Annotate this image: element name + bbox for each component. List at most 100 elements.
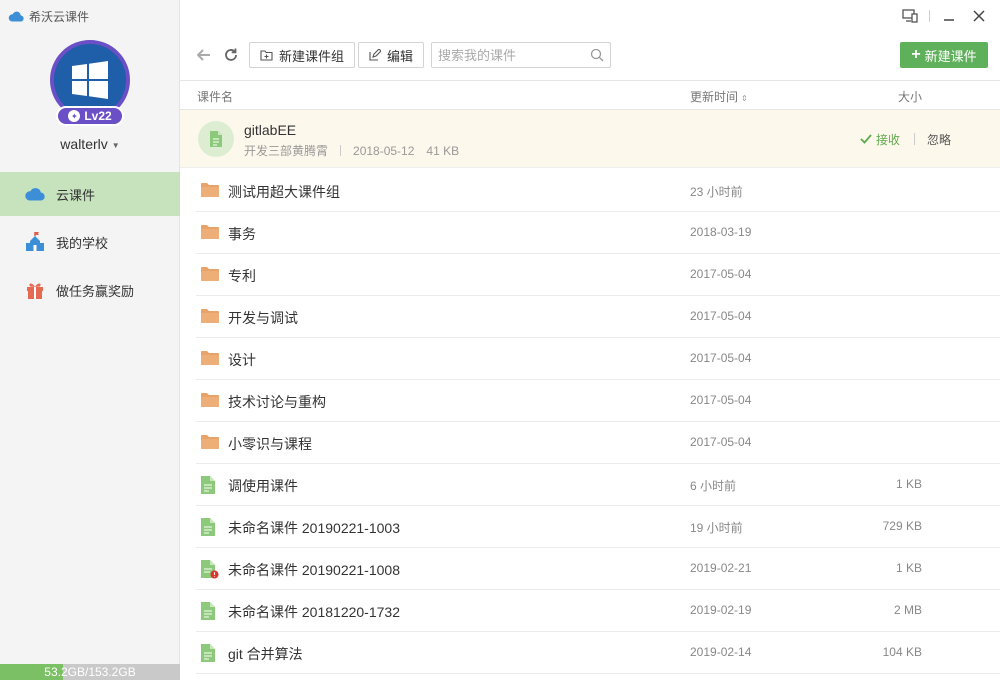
username-text: walterlv [60,136,108,152]
search-box [431,42,611,68]
school-icon [24,231,46,253]
search-input[interactable] [432,43,582,67]
folder-row[interactable]: 小零识与课程 2017-05-04 [196,422,1000,464]
check-icon [860,133,872,147]
item-name: 测试用超大课件组 [228,184,340,200]
pending-sender: 开发三部黄腾霄 [244,144,329,158]
file-icon [200,643,220,663]
username-dropdown[interactable]: walterlv ▼ [0,136,180,152]
cloud-icon [24,183,46,205]
folder-row[interactable]: 专利 2017-05-04 [196,254,1000,296]
courseware-list: 测试用超大课件组 23 小时前 事务 2018-03-19 专利 2017-05-04 开发… [196,170,1000,674]
item-updated-time: 2018-03-19 [690,225,752,239]
close-icon[interactable] [966,4,992,28]
file-row[interactable]: 调使用课件 6 小时前 1 KB [196,464,1000,506]
folder-icon [200,391,220,411]
file-icon [200,517,220,537]
search-icon[interactable] [590,48,604,65]
screen-mirror-icon[interactable] [897,4,923,28]
caret-down-icon: ▼ [111,140,120,150]
folder-row[interactable]: 测试用超大课件组 23 小时前 [196,170,1000,212]
refresh-icon[interactable] [220,44,242,66]
folder-icon [200,223,220,243]
item-name: 开发与调试 [228,310,298,326]
item-updated-time: 2019-02-21 [690,561,752,575]
app-title-text: 希沃云课件 [29,9,90,24]
folder-row[interactable]: 设计 2017-05-04 [196,338,1000,380]
column-header-time-label: 更新时间 [690,90,739,104]
back-arrow-icon[interactable] [193,44,215,66]
ignore-button[interactable]: 忽略 [927,131,951,148]
file-row[interactable]: git 合并算法 2019-02-14 104 KB [196,632,1000,674]
item-name: 未命名课件 20190221-1003 [228,520,400,536]
item-updated-time: 2019-02-14 [690,645,752,659]
folder-row[interactable]: 开发与调试 2017-05-04 [196,296,1000,338]
folder-icon [200,349,220,369]
sidebar-item-tasks-rewards[interactable]: 做任务赢奖励 [0,268,180,312]
item-name: 未命名课件 20181220-1732 [228,604,400,620]
folder-icon [200,265,220,285]
file-row[interactable]: 未命名课件 20190221-1003 19 小时前 729 KB [196,506,1000,548]
table-header: 课件名 更新时间 ⇕ 大小 [180,80,1000,110]
folder-icon [200,181,220,201]
item-name: 技术讨论与重构 [228,394,326,410]
new-courseware-button[interactable]: + 新建课件 [900,42,988,68]
pending-size: 41 KB [426,143,460,158]
sidebar-item-label: 做任务赢奖励 [56,283,135,299]
sidebar-item-my-school[interactable]: 我的学校 [0,220,180,264]
accept-label: 接收 [876,133,901,147]
file-icon [198,121,234,157]
column-header-name[interactable]: 课件名 [197,88,233,105]
edit-icon [369,49,381,61]
level-text: Lv22 [84,109,112,123]
folder-icon [200,307,220,327]
file-row[interactable]: 未命名课件 20181220-1732 2019-02-19 2 MB [196,590,1000,632]
accept-button[interactable]: 接收 [860,131,900,148]
app-title: 希沃云课件 [8,6,89,26]
sidebar-item-label: 我的学校 [56,235,109,251]
action-divider [914,133,915,145]
storage-label: 53.2GB/153.2GB [44,665,136,679]
sort-icon: ⇕ [741,94,748,103]
file-row[interactable]: 未命名课件 20190221-1008 2019-02-21 1 KB [196,548,1000,590]
level-icon: ✦ [68,110,81,122]
item-size: 729 KB [882,519,922,533]
edit-label: 编辑 [387,48,414,64]
sidebar-nav: 云课件 我的学校 做任务赢奖励 [0,172,180,316]
item-name: 小零识与课程 [228,436,312,452]
level-badge: ✦ Lv22 [56,106,124,126]
folder-add-icon [260,49,273,61]
column-header-time[interactable]: 更新时间 ⇕ [690,88,748,105]
item-name: 未命名课件 20190221-1008 [228,562,400,578]
item-updated-time: 2017-05-04 [690,435,752,449]
folder-row[interactable]: 技术讨论与重构 2017-05-04 [196,380,1000,422]
folder-icon [200,433,220,453]
item-size: 1 KB [895,561,922,575]
plus-icon: + [911,46,921,63]
sidebar-item-cloud-courseware[interactable]: 云课件 [0,172,180,216]
item-updated-time: 23 小时前 [690,185,743,199]
pending-file-name: gitlabEE [244,122,297,138]
new-group-button[interactable]: 新建课件组 [249,42,356,68]
file-icon [200,601,220,621]
window-controls-divider [929,10,930,22]
item-updated-time: 2017-05-04 [690,267,752,281]
item-name: 事务 [228,226,256,242]
app-logo-icon [8,11,24,22]
item-name: git 合并算法 [228,646,303,662]
windows-logo-icon [72,61,108,99]
sidebar: 希沃云课件 ✦ Lv22 walterlv ▼ 云课件 我的学校 做任务赢奖励 … [0,0,180,680]
avatar[interactable]: ✦ Lv22 [50,40,130,126]
item-updated-time: 19 小时前 [690,521,743,535]
item-size: 104 KB [882,645,922,659]
folder-row[interactable]: 事务 2018-03-19 [196,212,1000,254]
gift-icon [24,279,46,301]
item-name: 设计 [228,352,256,368]
minimize-icon[interactable] [936,4,962,28]
new-courseware-label: 新建课件 [924,48,977,64]
window-controls [897,4,992,28]
column-header-size[interactable]: 大小 [898,88,922,105]
pending-date: 2018-05-12 [353,143,415,158]
file-error-icon [200,559,220,579]
edit-button[interactable]: 编辑 [358,42,425,68]
